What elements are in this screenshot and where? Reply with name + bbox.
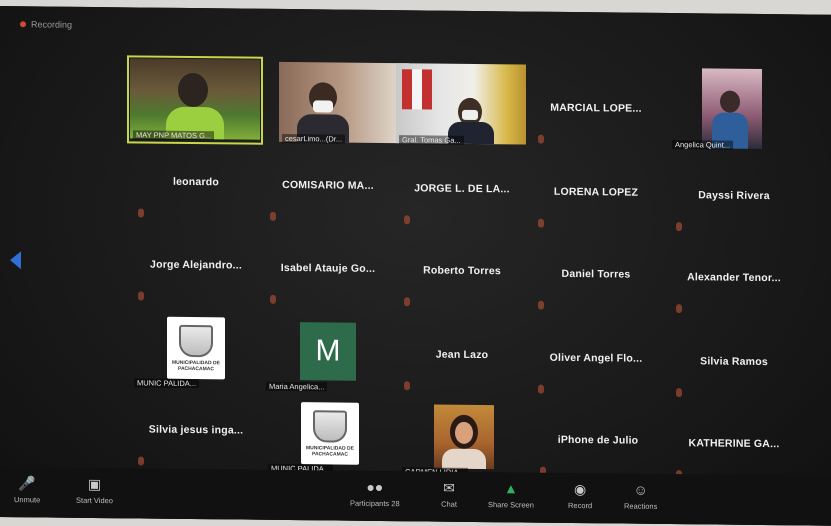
record-icon: ◉ xyxy=(573,480,587,497)
muted-mic-icon xyxy=(404,297,410,307)
participant-tile[interactable]: JORGE L. DE LA... xyxy=(396,146,528,231)
avatar: M xyxy=(300,322,356,381)
start-video-button[interactable]: ▣ Start Video xyxy=(76,475,113,506)
participant-video xyxy=(434,404,494,470)
participant-tile[interactable]: MARCIAL LOPE... xyxy=(530,66,662,151)
shield-icon xyxy=(179,324,213,357)
muted-mic-icon xyxy=(270,294,276,304)
participant-video xyxy=(702,68,762,149)
participant-caption: Gral. Tomas Ga... xyxy=(399,135,464,145)
participant-tile[interactable]: Oliver Angel Flo... xyxy=(530,316,662,401)
participant-tile[interactable]: Isabel Atauje Go... xyxy=(262,226,394,311)
video-tile[interactable]: MUNICIPALIDAD DE PACHACAMAC MUNIC PALIDA… xyxy=(130,305,262,390)
muted-mic-icon xyxy=(538,300,544,310)
participants-label: Participants 28 xyxy=(350,498,400,509)
chat-label: Chat xyxy=(441,499,457,509)
video-tile[interactable]: CARMEN LIDIA... xyxy=(398,394,530,479)
muted-mic-icon xyxy=(676,388,682,398)
record-button[interactable]: ◉ Record xyxy=(568,480,593,511)
muted-mic-icon xyxy=(138,208,144,218)
share-screen-label: Share Screen xyxy=(488,500,534,510)
participant-video xyxy=(279,61,409,144)
microphone-icon: 🎤 xyxy=(18,474,36,491)
participant-name: LORENA LOPEZ xyxy=(553,185,639,199)
participant-tile[interactable]: iPhone de Julio xyxy=(532,398,664,483)
muted-mic-icon xyxy=(538,384,544,394)
participant-name: COMISARIO MA... xyxy=(282,178,374,192)
reactions-button[interactable]: ☺ Reactions xyxy=(624,482,657,511)
participant-tile[interactable]: Jorge Alejandro... xyxy=(130,222,262,307)
reactions-icon: ☺ xyxy=(633,481,648,498)
municipality-logo: MUNICIPALIDAD DE PACHACAMAC xyxy=(167,316,225,380)
participant-tile[interactable]: Silvia Ramos xyxy=(668,319,800,404)
recording-indicator: Recording xyxy=(20,16,72,33)
participant-name: Jorge Alejandro... xyxy=(150,258,242,272)
chat-icon: ✉ xyxy=(443,479,455,496)
video-camera-icon: ▣ xyxy=(87,475,102,492)
participant-name: Daniel Torres xyxy=(561,267,631,281)
muted-mic-icon xyxy=(404,381,410,391)
participant-name: MARCIAL LOPE... xyxy=(550,101,642,115)
muted-mic-icon xyxy=(404,215,410,225)
participant-name: Alexander Tenor... xyxy=(687,271,781,285)
participant-tile[interactable]: Dayssi Rivera xyxy=(668,153,800,238)
participant-tile[interactable]: Alexander Tenor... xyxy=(668,235,800,320)
muted-mic-icon xyxy=(676,222,682,232)
participant-name: leonardo xyxy=(173,175,219,189)
participant-name: JORGE L. DE LA... xyxy=(414,182,510,196)
participant-tile[interactable]: COMISARIO MA... xyxy=(262,143,394,228)
start-video-label: Start Video xyxy=(76,495,113,506)
participant-name: Silvia jesus inga... xyxy=(148,423,244,437)
participant-name: Dayssi Rivera xyxy=(698,189,770,203)
unmute-label: Unmute xyxy=(14,495,41,505)
video-tile[interactable]: Gral. Tomas Ga... xyxy=(395,62,527,147)
participant-name: Isabel Atauje Go... xyxy=(280,261,376,275)
participant-name: iPhone de Julio xyxy=(557,433,639,447)
recording-dot-icon xyxy=(20,21,26,28)
share-screen-button[interactable]: ▲ Share Screen xyxy=(488,480,534,509)
previous-page-arrow-icon[interactable] xyxy=(10,251,21,270)
participant-name: Jean Lazo xyxy=(435,348,489,362)
participant-tile[interactable]: LORENA LOPEZ xyxy=(530,150,662,235)
video-tile[interactable]: cesarLimo...(Dr... xyxy=(278,61,410,146)
zoom-meeting-window: Recording MAY PNP MATOS G... cesarLimo..… xyxy=(0,6,831,526)
participant-name: Roberto Torres xyxy=(423,264,501,278)
video-tile[interactable]: Angelica Quint... xyxy=(668,67,800,152)
participant-tile[interactable]: Daniel Torres xyxy=(530,232,662,317)
muted-mic-icon xyxy=(676,304,682,314)
participant-tile[interactable]: Jean Lazo xyxy=(396,312,528,397)
reactions-label: Reactions xyxy=(624,501,658,511)
participant-video xyxy=(130,58,260,140)
muted-mic-icon xyxy=(138,456,144,466)
chat-button[interactable]: ✉ Chat xyxy=(440,479,458,509)
participant-tile[interactable]: Roberto Torres xyxy=(396,228,528,313)
participant-name: Silvia Ramos xyxy=(700,355,768,369)
participant-tile[interactable]: Silvia jesus inga... xyxy=(130,387,262,472)
participants-icon: ●● xyxy=(366,478,384,496)
recording-label: Recording xyxy=(31,19,73,30)
muted-mic-icon xyxy=(270,211,276,221)
participants-button[interactable]: ●● Participants 28 xyxy=(350,478,400,509)
participant-video xyxy=(396,63,526,145)
unmute-button[interactable]: 🎤 Unmute xyxy=(14,474,41,505)
video-tile[interactable]: MUNICIPALIDAD DE PACHACAMAC MUNIC PALIDA… xyxy=(264,391,396,476)
muted-mic-icon xyxy=(138,291,144,301)
muted-mic-icon xyxy=(538,218,544,228)
share-screen-icon: ▲ xyxy=(504,480,518,497)
participant-tile[interactable]: leonardo xyxy=(130,139,262,224)
participant-name: KATHERINE GA... xyxy=(688,437,780,451)
participant-name: Oliver Angel Flo... xyxy=(549,351,643,365)
video-tile[interactable]: MAY PNP MATOS G... xyxy=(127,55,263,145)
participant-caption: Angelica Quint... xyxy=(672,140,734,150)
muted-mic-icon xyxy=(538,134,544,144)
video-tile[interactable]: M Maria Angelica... xyxy=(262,309,394,394)
shield-icon xyxy=(313,409,347,443)
municipality-logo: MUNICIPALIDAD DE PACHACAMAC xyxy=(301,402,359,465)
record-label: Record xyxy=(568,500,593,511)
